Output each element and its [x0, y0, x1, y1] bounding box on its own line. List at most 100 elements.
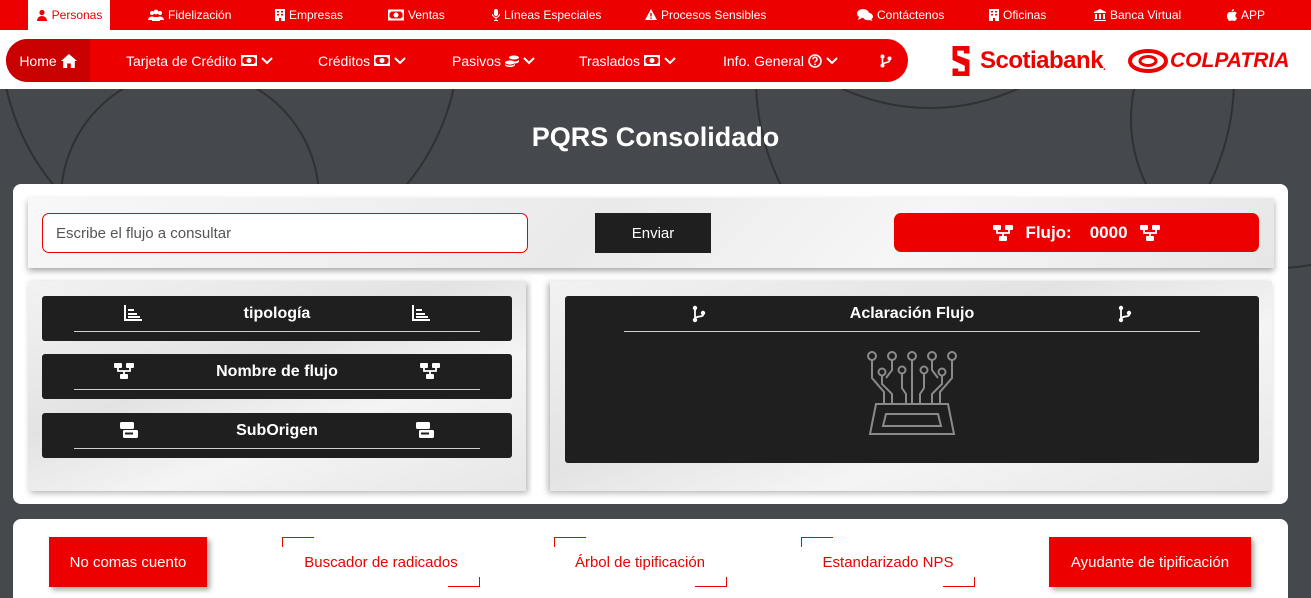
chat-icon — [857, 9, 873, 21]
topbar-label-personas: Personas — [51, 8, 103, 22]
suborigen-label: SubOrigen — [236, 422, 318, 439]
nav-label-tarjeta: Tarjeta de Crédito — [126, 52, 237, 69]
tipologia-header: tipología — [42, 296, 512, 332]
topbar-label-empresas: Empresas — [289, 8, 344, 22]
chevron-down-icon — [664, 56, 676, 64]
nav-pasivos[interactable]: Pasivos — [452, 39, 535, 82]
topbar-label-app: APP — [1241, 8, 1266, 22]
warning-icon — [645, 9, 657, 20]
users-icon — [148, 9, 164, 21]
panel-divider — [532, 275, 544, 497]
corner-decoration — [943, 577, 975, 587]
nav-traslados[interactable]: Traslados — [579, 39, 676, 82]
sitemap-icon — [1139, 224, 1160, 241]
nav-home[interactable]: Home — [6, 39, 90, 82]
nav-branch[interactable] — [880, 39, 892, 82]
branch-icon — [1118, 305, 1132, 323]
nombre-flujo-box: Nombre de flujo — [42, 354, 512, 399]
topbar-item-contactenos[interactable]: Contáctenos — [857, 0, 944, 30]
chevron-down-icon — [260, 56, 273, 64]
building-icon — [989, 9, 999, 21]
colpatria-logo[interactable]: COLPATRIA — [1128, 44, 1289, 78]
scotiabank-logo[interactable]: Scotiabank . — [948, 44, 1106, 78]
topbar-item-oficinas[interactable]: Oficinas — [989, 0, 1046, 30]
flujo-label: Flujo: — [1025, 222, 1072, 242]
topbar-item-fidelizacion[interactable]: Fidelización — [148, 0, 231, 30]
page-title: PQRS Consolidado — [531, 122, 780, 152]
microphone-icon — [492, 9, 500, 21]
chevron-down-icon — [394, 56, 406, 64]
nav-tarjeta-credito[interactable]: Tarjeta de Crédito — [126, 39, 273, 82]
topbar-label-lineas-especiales: Líneas Especiales — [504, 8, 602, 22]
main-nav: Home Tarjeta de Crédito Créditos Pasivos… — [6, 39, 908, 82]
tipologia-box: tipología — [42, 296, 512, 341]
scotiabank-wordmark: Scotiabank — [980, 47, 1104, 74]
nav-creditos[interactable]: Créditos — [318, 39, 406, 82]
coins-icon — [505, 55, 520, 67]
tipologia-label: tipología — [243, 305, 311, 322]
sitemap-icon — [420, 363, 440, 379]
topbar-label-fidelizacion: Fidelización — [168, 8, 232, 22]
scotiabank-dot: . — [1103, 61, 1106, 73]
building-icon — [275, 9, 285, 21]
aclaracion-box: Aclaración Flujo — [565, 296, 1259, 463]
no-comas-cuento-button[interactable]: No comas cuento — [49, 537, 207, 587]
flujo-search-input[interactable] — [42, 213, 528, 253]
suborigen-header: SubOrigen — [42, 413, 512, 449]
nav-label-creditos: Créditos — [318, 52, 371, 69]
topbar-label-procesos-sensibles: Procesos Sensibles — [661, 8, 767, 22]
nombre-flujo-header: Nombre de flujo — [42, 354, 512, 390]
top-bar: Personas Fidelización Empresas Ventas Lí… — [0, 0, 1311, 30]
apple-icon — [1227, 9, 1237, 21]
divider-line — [74, 331, 480, 332]
flujo-value: 0000 — [1089, 222, 1128, 242]
topbar-item-app[interactable]: APP — [1227, 0, 1265, 30]
money-icon — [643, 55, 660, 66]
nombre-flujo-label: Nombre de flujo — [216, 363, 338, 380]
divider-line — [74, 448, 480, 449]
ayudante-tipificacion-button[interactable]: Ayudante de tipificación — [1049, 537, 1251, 587]
chart-icon — [124, 305, 142, 321]
topbar-item-procesos-sensibles[interactable]: Procesos Sensibles — [645, 0, 766, 30]
suborigen-box: SubOrigen — [42, 413, 512, 458]
card-icon — [120, 422, 138, 438]
branch-icon — [692, 305, 706, 323]
corner-decoration — [448, 577, 480, 587]
circuit-chip-icon — [867, 351, 957, 435]
card-icon — [416, 422, 434, 438]
nav-label-traslados: Traslados — [579, 52, 640, 69]
topbar-label-banca-virtual: Banca Virtual — [1110, 8, 1182, 22]
flujo-badge: Flujo: 0000 — [894, 213, 1259, 252]
topbar-item-ventas[interactable]: Ventas — [388, 0, 445, 30]
colpatria-swirl-icon — [1128, 49, 1168, 73]
sitemap-icon — [114, 363, 134, 379]
nav-info-general[interactable]: Info. General — [723, 39, 838, 82]
money-icon — [388, 9, 404, 21]
bank-icon — [1094, 9, 1106, 21]
divider-line — [74, 389, 480, 390]
topbar-item-personas[interactable]: Personas — [28, 0, 110, 30]
money-icon — [374, 55, 391, 66]
home-icon — [60, 53, 77, 68]
chevron-down-icon — [826, 56, 838, 64]
send-button[interactable]: Enviar — [595, 213, 711, 253]
divider-line — [624, 331, 1200, 332]
nav-label-pasivos: Pasivos — [452, 52, 502, 69]
money-icon — [240, 55, 257, 66]
colpatria-wordmark: COLPATRIA — [1170, 49, 1290, 72]
nav-label-info-general: Info. General — [723, 52, 804, 69]
chevron-down-icon — [523, 56, 535, 64]
topbar-item-empresas[interactable]: Empresas — [275, 0, 343, 30]
question-circle-icon — [808, 53, 822, 68]
corner-decoration — [695, 577, 727, 587]
topbar-item-banca-virtual[interactable]: Banca Virtual — [1094, 0, 1181, 30]
sitemap-icon — [993, 224, 1014, 241]
branch-icon — [880, 54, 892, 67]
aclaracion-header: Aclaración Flujo — [565, 296, 1259, 332]
scotiabank-s-icon — [952, 45, 970, 77]
topbar-label-contactenos: Contáctenos — [877, 8, 945, 22]
topbar-item-lineas-especiales[interactable]: Líneas Especiales — [492, 0, 601, 30]
nav-home-label: Home — [19, 52, 57, 69]
topbar-label-ventas: Ventas — [408, 8, 445, 22]
aclaracion-label: Aclaración Flujo — [849, 305, 975, 322]
